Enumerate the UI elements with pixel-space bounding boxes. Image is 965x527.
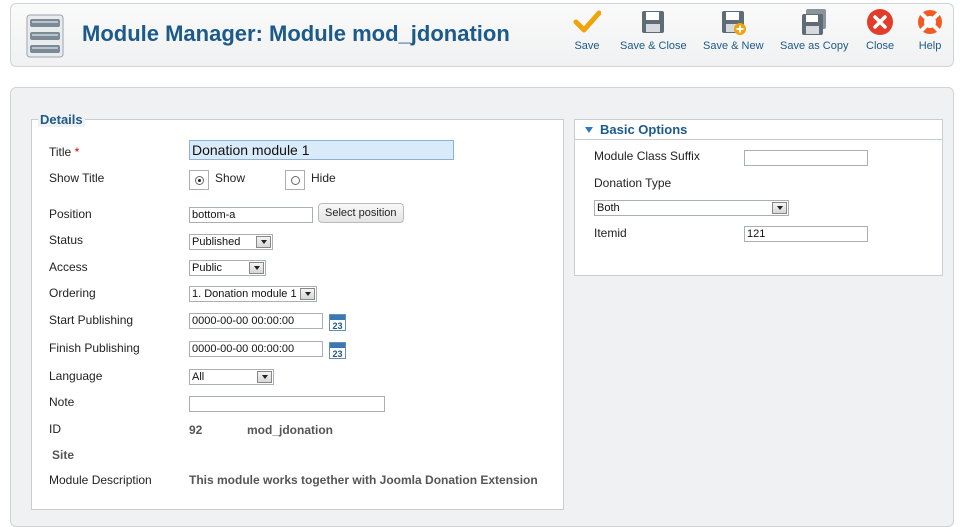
required-marker: * (74, 145, 80, 159)
close-icon (867, 9, 894, 35)
class-suffix-input[interactable] (744, 150, 868, 166)
help-label: Help (918, 40, 942, 52)
chevron-down-icon (300, 288, 315, 300)
donation-type-value: Both (597, 202, 620, 214)
save-label: Save (574, 40, 600, 52)
donation-type-select[interactable]: Both (594, 200, 789, 216)
floppy-disk-copy-icon (802, 9, 827, 35)
access-select[interactable]: Public (189, 260, 266, 276)
save-new-button[interactable]: Save & New (703, 8, 764, 52)
chevron-down-icon (257, 371, 272, 383)
status-label: Status (49, 233, 84, 247)
itemid-input[interactable]: 121 (744, 226, 868, 242)
close-label: Close (866, 40, 895, 52)
position-label: Position (49, 207, 92, 221)
show-radio-dot (195, 176, 204, 185)
status-select[interactable]: Published (189, 234, 273, 250)
chevron-down-icon (772, 202, 787, 214)
language-value: All (192, 371, 205, 383)
title-input[interactable]: Donation module 1 (189, 140, 454, 160)
calendar-icon[interactable]: 23 (329, 342, 346, 359)
floppy-disk-plus-icon (722, 11, 747, 35)
start-publishing-label: Start Publishing (49, 313, 134, 327)
page-title: Module Manager: Module mod_jdonation (82, 21, 510, 46)
help-button[interactable]: Help (916, 8, 944, 52)
id-label: ID (49, 422, 61, 436)
calendar-day: 23 (332, 321, 342, 331)
finish-publishing-label: Finish Publishing (49, 341, 140, 355)
ordering-select[interactable]: 1. Donation module 1 (189, 286, 317, 302)
finish-publishing-input[interactable]: 0000-00-00 00:00:00 (189, 341, 323, 357)
start-publishing-input[interactable]: 0000-00-00 00:00:00 (189, 313, 323, 329)
itemid-label: Itemid (594, 226, 627, 240)
details-legend: Details (38, 112, 85, 127)
basic-options-panel (574, 119, 943, 276)
module-description: This module works together with Joomla D… (189, 473, 538, 487)
basic-options-title[interactable]: Basic Options (600, 122, 687, 137)
floppy-disk-icon (642, 11, 665, 33)
chevron-down-icon (256, 236, 271, 248)
checkmark-icon (573, 10, 601, 33)
access-label: Access (49, 260, 88, 274)
save-close-label: Save & Close (620, 40, 687, 52)
show-radio[interactable] (189, 170, 209, 190)
save-new-label: Save & New (703, 40, 764, 52)
donation-type-label: Donation Type (594, 176, 672, 190)
title-label: Title * (49, 145, 80, 159)
close-button[interactable]: Close (866, 8, 894, 52)
save-copy-label: Save as Copy (780, 40, 849, 52)
save-close-button[interactable]: Save & Close (620, 8, 687, 52)
language-label: Language (49, 369, 103, 383)
access-value: Public (192, 262, 222, 274)
site-label: Site (52, 448, 75, 462)
module-description-label: Module Description (49, 473, 152, 487)
hide-radio[interactable] (285, 170, 305, 190)
note-label: Note (49, 395, 75, 409)
show-label: Show (215, 171, 246, 185)
save-button[interactable]: Save (573, 8, 601, 52)
class-suffix-label: Module Class Suffix (594, 149, 700, 163)
hide-radio-dot (291, 176, 300, 185)
position-input[interactable]: bottom-a (189, 207, 313, 223)
calendar-day: 23 (332, 349, 342, 359)
calendar-icon[interactable]: 23 (329, 314, 346, 331)
triangle-down-icon (585, 127, 593, 133)
status-value: Published (192, 236, 241, 248)
note-input[interactable] (189, 396, 385, 412)
module-name: mod_jdonation (247, 423, 333, 437)
select-position-button[interactable]: Select position (318, 203, 404, 223)
hide-label: Hide (311, 171, 336, 185)
module-manager-icon (26, 14, 64, 58)
id-value: 92 (189, 423, 203, 437)
language-select[interactable]: All (189, 369, 274, 385)
ordering-value: 1. Donation module 1 (192, 288, 297, 300)
show-title-label: Show Title (49, 171, 105, 185)
lifebuoy-icon (918, 10, 942, 34)
ordering-label: Ordering (49, 286, 96, 300)
save-copy-button[interactable]: Save as Copy (780, 8, 848, 52)
chevron-down-icon (249, 262, 264, 274)
